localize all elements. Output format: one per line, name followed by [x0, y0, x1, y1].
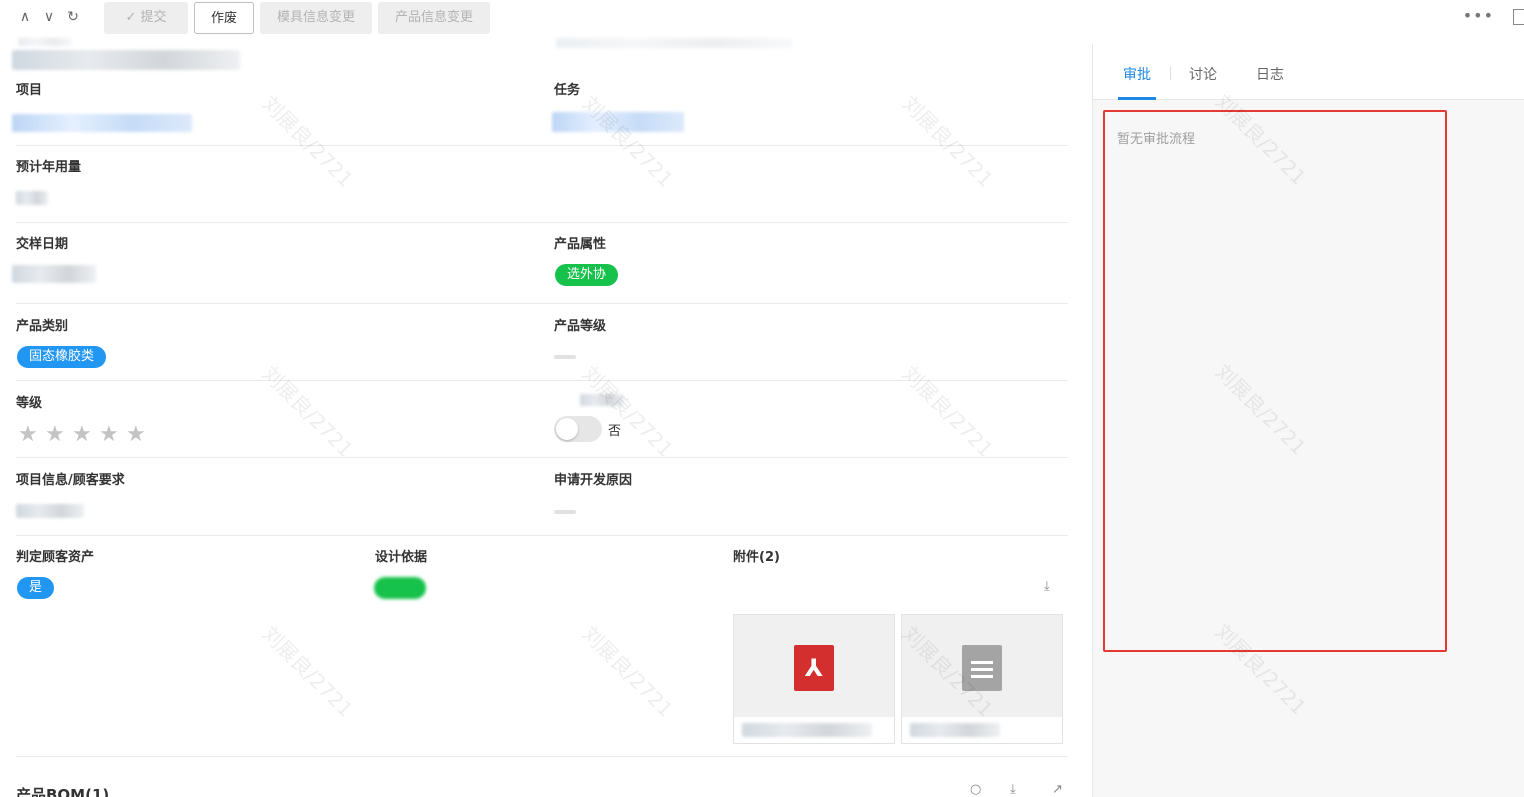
- tab-approval[interactable]: 审批: [1123, 64, 1151, 84]
- sample-date-value: [12, 265, 96, 283]
- star-icon[interactable]: ★: [99, 423, 123, 447]
- watermark: 刘展良/2721: [897, 91, 998, 192]
- divider: [16, 222, 1068, 223]
- star-icon[interactable]: ★: [72, 423, 96, 447]
- toggle-knob: [556, 418, 578, 440]
- task-label: 任务: [554, 83, 581, 98]
- product-grade-label: 产品等级: [554, 319, 607, 334]
- product-info-change-button[interactable]: 产品信息变更: [378, 2, 490, 34]
- empty-approval-text: 暂无审批流程: [1117, 132, 1196, 147]
- customer-value-redacted: [12, 50, 240, 70]
- product-attr-label: 产品属性: [554, 237, 607, 252]
- product-category-label: 产品类别: [16, 319, 69, 334]
- pdf-icon: ⅄: [794, 645, 834, 691]
- annual-usage-value: [16, 191, 48, 205]
- attachment-name: [734, 717, 894, 743]
- product-attr-tag: 选外协: [555, 264, 618, 286]
- divider: [16, 457, 1068, 458]
- watermark: 刘展良/2721: [257, 361, 358, 462]
- attachment-filename-redacted: [742, 723, 872, 737]
- divider: [16, 145, 1068, 146]
- bom-section-title: 产品BOM(1): [16, 786, 110, 797]
- download-icon[interactable]: ⤓: [1044, 579, 1050, 594]
- star-icon[interactable]: ★: [126, 423, 150, 447]
- void-button[interactable]: 作废: [194, 2, 254, 34]
- approval-panel: 审批 讨论 日志 暂无审批流程 刘展良/2721 刘展良/2721 刘展良/27…: [1092, 44, 1524, 797]
- tab-separator: [1170, 66, 1171, 80]
- exit-icon[interactable]: [1513, 9, 1524, 25]
- star-icon[interactable]: ★: [18, 423, 42, 447]
- download-icon[interactable]: ⤓: [1010, 782, 1016, 797]
- document-icon: [962, 645, 1002, 691]
- apply-reason-label: 申请开发原因: [554, 473, 633, 488]
- task-value-link[interactable]: [552, 112, 684, 132]
- annual-usage-label: 预计年用量: [16, 160, 82, 175]
- divider: [16, 756, 1068, 757]
- customer-asset-label: 判定顾客资产: [16, 550, 95, 565]
- toggle-switch[interactable]: [554, 416, 602, 442]
- toolbar: ∧ ∨ ↻ ✓ 提交 作废 模具信息变更 产品信息变更 •••: [0, 0, 1524, 36]
- apply-reason-empty: [554, 510, 576, 514]
- panel-tabs: 审批 讨论 日志: [1093, 44, 1524, 100]
- divider: [16, 380, 1068, 381]
- level-label: 等级: [16, 396, 43, 411]
- attachments-label: 附件(2): [733, 550, 780, 565]
- customer-asset-tag: 是: [17, 577, 54, 599]
- highlight-box: [1103, 110, 1447, 652]
- watermark: 刘展良/2721: [257, 621, 358, 722]
- document-line: [971, 675, 993, 678]
- attachment-filename-redacted: [910, 723, 1000, 737]
- watermark: 刘展良/2721: [577, 621, 678, 722]
- design-basis-tag: [374, 577, 426, 599]
- sample-date-label: 交样日期: [16, 237, 69, 252]
- product-grade-empty: [554, 355, 576, 359]
- customer-label-redacted: [18, 38, 72, 46]
- watermark: 刘展良/2721: [897, 361, 998, 462]
- divider: [16, 535, 1068, 536]
- project-info-label: 项目信息/顾客要求: [16, 473, 125, 488]
- record-form: 项目 任务 预计年用量 交样日期 产品属性 选外协 产品类别 固态橡胶类 产品等…: [0, 36, 1092, 797]
- attachment-pdf[interactable]: ⅄: [733, 614, 895, 744]
- level-rating[interactable]: ★ ★ ★ ★ ★: [18, 423, 153, 447]
- attachment-name: [902, 717, 1062, 743]
- company-value-redacted: [556, 38, 792, 48]
- search-icon[interactable]: ○: [970, 782, 981, 797]
- project-value-link[interactable]: [12, 114, 192, 132]
- submit-button[interactable]: ✓ 提交: [104, 2, 188, 34]
- chevron-up-icon[interactable]: ∧: [16, 8, 34, 26]
- tab-log[interactable]: 日志: [1256, 64, 1284, 84]
- attachment-doc[interactable]: [901, 614, 1063, 744]
- refresh-icon[interactable]: ↻: [64, 8, 82, 26]
- watermark: 刘展良/2721: [577, 361, 678, 462]
- active-tab-indicator: [1118, 97, 1156, 100]
- document-line: [971, 661, 993, 664]
- toggle-text: 否: [608, 424, 622, 439]
- document-line: [971, 668, 993, 671]
- star-icon[interactable]: ★: [45, 423, 69, 447]
- expand-icon[interactable]: ↗: [1052, 782, 1063, 797]
- more-icon[interactable]: •••: [1463, 6, 1494, 25]
- chevron-down-icon[interactable]: ∨: [40, 8, 58, 26]
- watermark: 刘展良/2721: [577, 91, 678, 192]
- design-basis-label: 设计依据: [375, 550, 428, 565]
- project-label: 项目: [16, 83, 43, 98]
- project-info-value: [16, 504, 84, 518]
- mold-info-change-button[interactable]: 模具信息变更: [260, 2, 372, 34]
- toggle-field-label-redacted: [580, 394, 624, 406]
- tab-discussion[interactable]: 讨论: [1189, 64, 1217, 84]
- watermark: 刘展良/2721: [257, 91, 358, 192]
- divider: [16, 303, 1068, 304]
- product-category-tag: 固态橡胶类: [17, 346, 106, 368]
